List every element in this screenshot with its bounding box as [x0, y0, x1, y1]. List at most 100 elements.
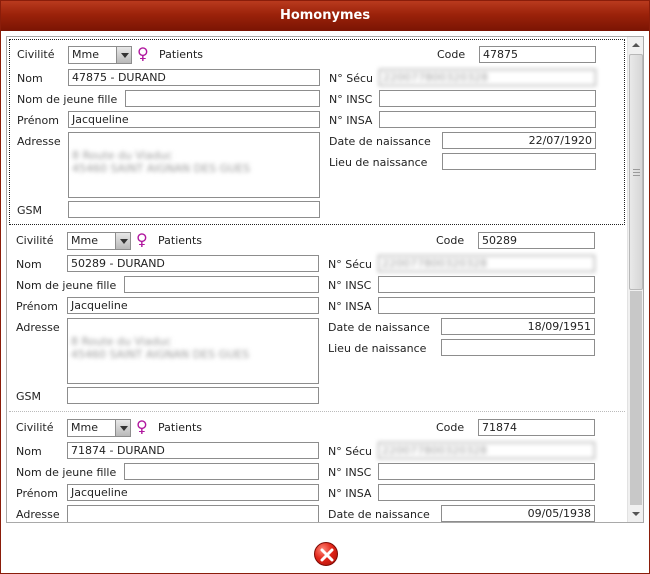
insa-label: N° INSA [328, 300, 372, 313]
secu-label: N° Sécu [328, 445, 372, 458]
code-field[interactable]: 47875 [479, 46, 596, 63]
nom-field[interactable]: 47875 - DURAND [68, 69, 320, 86]
insc-field[interactable] [378, 463, 595, 480]
patients-label: Patients [159, 48, 204, 61]
civilite-label: Civilité [16, 234, 54, 247]
civilite-select[interactable]: Mme [67, 232, 131, 250]
insc-label: N° INSC [329, 93, 373, 106]
code-field[interactable]: 50289 [478, 232, 595, 249]
record-card[interactable]: Civilité Mme ♀ Patients Code 71874 Nom 7… [9, 411, 625, 522]
insc-field[interactable] [378, 276, 595, 293]
prenom-field[interactable]: Jacqueline [67, 297, 319, 314]
adresse-label: Adresse [17, 135, 61, 148]
civilite-value: Mme [71, 421, 98, 434]
code-label: Code [437, 48, 466, 61]
insa-label: N° INSA [329, 114, 373, 127]
nom-label: Nom [17, 72, 43, 85]
adresse-field[interactable] [67, 505, 319, 522]
civilite-value: Mme [72, 48, 99, 61]
female-symbol-icon: ♀ [137, 44, 149, 63]
gsm-field[interactable] [68, 201, 320, 218]
prenom-label: Prénom [16, 300, 58, 313]
date-naissance-label: Date de naissance [328, 508, 430, 521]
chevron-down-icon[interactable] [115, 420, 130, 436]
scrollbar-thumb[interactable] [629, 54, 643, 290]
nom-jeune-fille-field[interactable] [125, 90, 320, 107]
nom-jeune-fille-label: Nom de jeune fille [16, 466, 117, 479]
scrollbar-track[interactable] [630, 291, 642, 505]
civilite-select[interactable]: Mme [68, 46, 132, 64]
secu-label: N° Sécu [328, 258, 372, 271]
scroll-down-arrow-icon[interactable] [628, 506, 643, 522]
nom-field[interactable]: 71874 - DURAND [67, 442, 319, 459]
nom-jeune-fille-label: Nom de jeune fille [17, 93, 118, 106]
adresse-line2: 45460 SAINT AIGNAN DES GUES [72, 162, 251, 175]
gsm-label: GSM [16, 390, 41, 403]
homonymes-dialog: Homonymes Civilité Mme ♀ Patients Code 4… [0, 0, 650, 574]
date-naissance-field[interactable]: 09/05/1938 [441, 505, 595, 522]
civilite-label: Civilité [16, 421, 54, 434]
lieu-naissance-label: Lieu de naissance [329, 156, 428, 169]
patients-label: Patients [158, 234, 203, 247]
civilite-label: Civilité [17, 48, 55, 61]
nom-jeune-fille-field[interactable] [124, 463, 319, 480]
code-label: Code [436, 421, 465, 434]
insc-field[interactable] [379, 90, 596, 107]
prenom-label: Prénom [16, 487, 58, 500]
record-card[interactable]: Civilité Mme ♀ Patients Code 47875 Nom 4… [9, 39, 625, 225]
thumb-grip-icon [633, 175, 640, 176]
patients-label: Patients [158, 421, 203, 434]
records-scroll-area[interactable]: Civilité Mme ♀ Patients Code 47875 Nom 4… [6, 36, 644, 523]
date-naissance-field[interactable]: 18/09/1951 [441, 318, 595, 335]
date-naissance-label: Date de naissance [328, 321, 430, 334]
record-card[interactable]: Civilité Mme ♀ Patients Code 50289 Nom 5… [9, 225, 625, 411]
adresse-label: Adresse [16, 508, 60, 521]
date-naissance-field[interactable]: 22/07/1920 [442, 132, 596, 149]
gsm-field[interactable] [67, 387, 319, 404]
adresse-line1: 8 Route du Viaduc [71, 335, 172, 348]
code-label: Code [436, 234, 465, 247]
chevron-down-icon[interactable] [116, 47, 131, 63]
prenom-label: Prénom [17, 114, 59, 127]
adresse-line1: 8 Route du Viaduc [72, 149, 173, 162]
nom-label: Nom [16, 445, 42, 458]
insa-field[interactable] [378, 297, 595, 314]
gsm-label: GSM [17, 204, 42, 217]
code-field[interactable]: 71874 [478, 419, 595, 436]
date-naissance-label: Date de naissance [329, 135, 431, 148]
insa-field[interactable] [379, 111, 596, 128]
secu-field[interactable]: 220077800320328 [378, 255, 595, 272]
adresse-field[interactable]: 8 Route du Viaduc 45460 SAINT AIGNAN DES… [68, 132, 320, 198]
prenom-field[interactable]: Jacqueline [68, 111, 320, 128]
female-symbol-icon: ♀ [136, 230, 148, 249]
insc-label: N° INSC [328, 466, 372, 479]
civilite-value: Mme [71, 234, 98, 247]
thumb-grip-icon [633, 169, 640, 170]
nom-jeune-fille-label: Nom de jeune fille [16, 279, 117, 292]
adresse-label: Adresse [16, 321, 60, 334]
lieu-naissance-field[interactable] [442, 153, 596, 170]
insc-label: N° INSC [328, 279, 372, 292]
lieu-naissance-label: Lieu de naissance [328, 342, 427, 355]
thumb-grip-icon [633, 172, 640, 173]
dialog-footer [1, 528, 649, 573]
secu-field[interactable]: 220077800320328 [379, 69, 596, 86]
female-symbol-icon: ♀ [136, 417, 148, 436]
close-icon [320, 548, 334, 562]
vertical-scrollbar[interactable] [627, 37, 643, 522]
scroll-up-arrow-icon[interactable] [628, 37, 643, 53]
nom-jeune-fille-field[interactable] [124, 276, 319, 293]
insa-label: N° INSA [328, 487, 372, 500]
lieu-naissance-field[interactable] [441, 339, 595, 356]
insa-field[interactable] [378, 484, 595, 501]
secu-field[interactable]: 220077800320328 [378, 442, 595, 459]
dialog-title: Homonymes [1, 1, 649, 31]
prenom-field[interactable]: Jacqueline [67, 484, 319, 501]
chevron-down-icon[interactable] [115, 233, 130, 249]
adresse-line2: 45460 SAINT AIGNAN DES GUES [71, 348, 250, 361]
civilite-select[interactable]: Mme [67, 419, 131, 437]
close-button[interactable] [314, 542, 338, 566]
nom-label: Nom [16, 258, 42, 271]
adresse-field[interactable]: 8 Route du Viaduc 45460 SAINT AIGNAN DES… [67, 318, 319, 384]
nom-field[interactable]: 50289 - DURAND [67, 255, 319, 272]
